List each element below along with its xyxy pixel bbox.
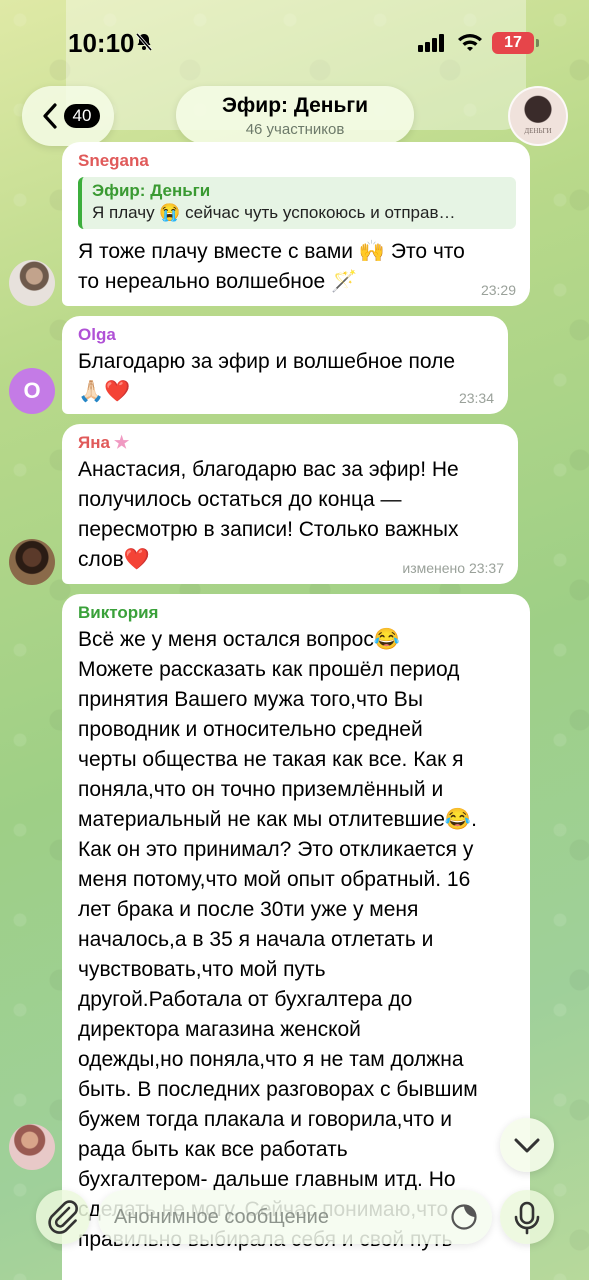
reply-title: Эфир: Деньги (92, 181, 211, 200)
message-bubble[interactable]: Olga Благодарю за эфир и волшебное поле … (62, 316, 508, 414)
scroll-down-button[interactable] (500, 1118, 554, 1172)
avatar[interactable]: O (9, 368, 55, 414)
reply-text: Я плачу 😭 сейчас чуть успокоюсь и отправ… (92, 203, 456, 222)
signal-icon (418, 34, 444, 52)
group-avatar[interactable]: ДЕНЬГИ (508, 86, 568, 146)
sender-name: Яна (78, 433, 110, 452)
back-button[interactable]: 40 (22, 86, 114, 146)
message-input[interactable] (98, 1190, 492, 1244)
message-time: 23:29 (480, 282, 516, 298)
message-text: Я тоже плачу вместе с вами 🙌 Это что то … (78, 240, 465, 293)
message-text: Благодарю за эфир и волшебное поле 🙏🏻❤️ (78, 350, 456, 403)
microphone-icon (514, 1201, 540, 1235)
chevron-down-icon (514, 1138, 540, 1153)
status-time: 10:10 (68, 28, 135, 58)
battery-tip (536, 39, 539, 47)
message-bubble[interactable]: Виктория Всё же у меня остался вопрос😂 М… (62, 594, 530, 1280)
message-bubble[interactable]: Snegana Эфир: Деньги Я плачу 😭 сейчас чу… (62, 142, 530, 306)
message-time: изменено 23:37 (402, 560, 504, 576)
wifi-icon (458, 34, 482, 51)
sender-name: Виктория (78, 603, 159, 622)
sender-name: Olga (78, 325, 116, 344)
status-bar: 10:10 17 (0, 0, 589, 88)
member-count: 46 участников (245, 121, 345, 138)
star-badge-icon: ★ (113, 433, 130, 452)
avatar-letter: O (23, 378, 41, 403)
message-bubble[interactable]: Яна ★ Анастасия, благодарю вас за эфир! Н… (62, 424, 518, 584)
sender-name: Snegana (78, 151, 149, 170)
battery-indicator: 17 (492, 32, 534, 54)
message-text: Анастасия, благодарю вас за эфир! Не пол… (78, 458, 459, 571)
bell-slash-icon (135, 33, 153, 51)
sticker-icon[interactable] (450, 1203, 478, 1231)
microphone-button[interactable] (500, 1190, 554, 1244)
avatar[interactable] (9, 539, 55, 585)
chat-title: Эфир: Деньги (221, 94, 369, 117)
reply-quote[interactable]: Эфир: Деньги Я плачу 😭 сейчас чуть успок… (78, 177, 516, 229)
chat-header[interactable]: Эфир: Деньги 46 участников (176, 86, 414, 144)
avatar-caption: ДЕНЬГИ (524, 127, 552, 135)
message-time: 23:34 (458, 390, 494, 406)
paperclip-icon (48, 1200, 78, 1234)
message-text: Всё же у меня остался вопрос😂 Можете рас… (78, 628, 478, 1251)
avatar[interactable] (9, 260, 55, 306)
attach-button[interactable] (36, 1190, 90, 1244)
avatar[interactable] (9, 1124, 55, 1170)
chevron-left-icon (43, 103, 57, 129)
unread-count-badge: 40 (64, 104, 100, 128)
